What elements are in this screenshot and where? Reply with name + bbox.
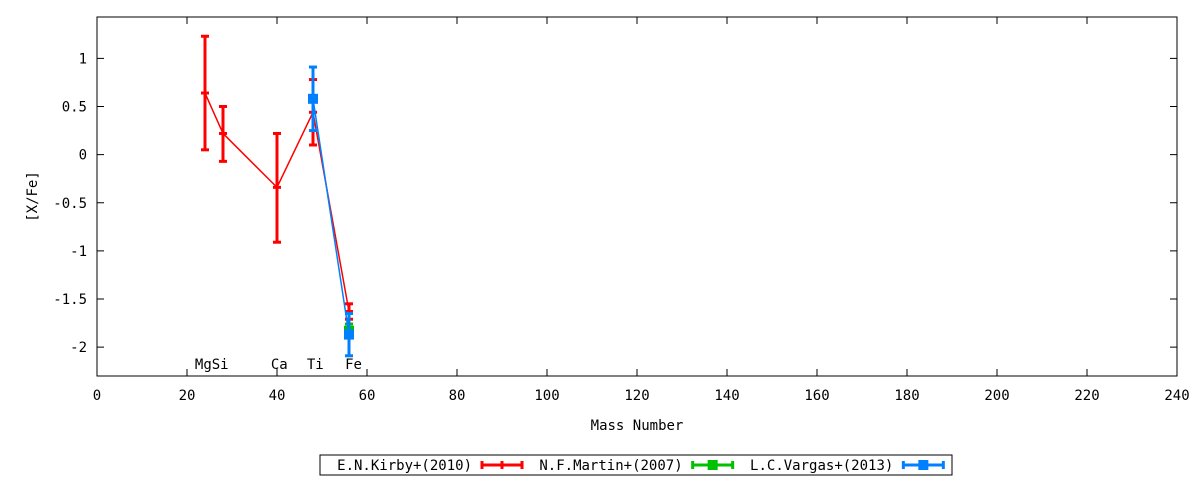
series-e-n-kirby-2010-	[201, 34, 353, 321]
element-labels: MgSi Ca Ti Fe	[195, 357, 362, 373]
y-tick-label: -2	[70, 340, 87, 356]
abundance-chart: 0 20 40 60 80 100 120 140 160 180 200 220 240 1 0.5 0 -0…	[25, 16, 1190, 476]
legend-marker	[707, 460, 718, 470]
element-label: Fe	[345, 357, 362, 373]
y-tick-label: 1	[79, 51, 87, 67]
data-series	[201, 34, 354, 358]
x-tick-label: 100	[534, 388, 559, 404]
y-tick-label: 0	[79, 148, 87, 164]
y-tick-label: -1.5	[53, 292, 87, 308]
x-tick-label: 220	[1074, 388, 1099, 404]
x-tick-label: 40	[269, 388, 286, 404]
x-tick-label: 200	[984, 388, 1009, 404]
x-tick-label: 0	[93, 388, 101, 404]
series-line	[312, 98, 350, 335]
x-tick-label: 20	[179, 388, 196, 404]
x-tick-label: 160	[804, 388, 829, 404]
y-axis-label: [X/Fe]	[25, 171, 41, 222]
legend: E.N.Kirby+(2010) N.F.Martin+(2007) L.C.Var…	[319, 454, 953, 476]
plot-frame	[96, 16, 1178, 377]
x-tick-label: 180	[894, 388, 919, 404]
element-label: Ti	[307, 357, 324, 373]
axis-ticks: 0 20 40 60 80 100 120 140 160 180 200 220 240 1 0.5 0 -0…	[53, 17, 1190, 404]
y-tick-label: -1	[70, 244, 87, 260]
legend-label: L.C.Vargas+(2013)	[750, 458, 893, 474]
element-label: MgSi	[195, 357, 229, 373]
data-point	[344, 329, 354, 340]
x-tick-label: 80	[449, 388, 466, 404]
data-point	[308, 93, 318, 104]
x-tick-label: 240	[1164, 388, 1189, 404]
legend-label: E.N.Kirby+(2010)	[337, 458, 472, 474]
y-tick-label: -0.5	[53, 196, 87, 212]
x-tick-label: 140	[714, 388, 739, 404]
x-tick-label: 60	[359, 388, 376, 404]
y-tick-label: 0.5	[62, 100, 87, 116]
legend-label: N.F.Martin+(2007)	[539, 458, 682, 474]
x-tick-label: 120	[624, 388, 649, 404]
x-axis-label: Mass Number	[591, 418, 684, 434]
legend-marker	[918, 460, 929, 470]
element-label: Ca	[271, 357, 288, 373]
